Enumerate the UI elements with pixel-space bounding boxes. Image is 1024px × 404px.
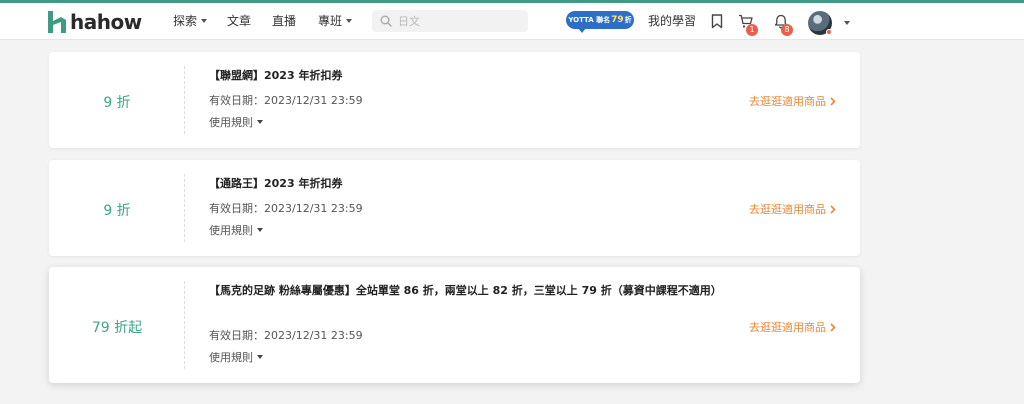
bookmark-button[interactable] bbox=[707, 11, 727, 31]
search-input[interactable] bbox=[398, 14, 518, 28]
shop-link-label: 去逛逛適用商品 bbox=[749, 203, 826, 216]
shop-link-label: 去逛逛適用商品 bbox=[749, 95, 826, 108]
coupon-rules-label: 使用規則 bbox=[209, 116, 253, 129]
nav-explore-label: 探索 bbox=[173, 14, 198, 28]
coupon-divider bbox=[184, 66, 185, 134]
coupon-divider bbox=[184, 281, 185, 369]
chevron-right-icon bbox=[830, 96, 836, 106]
coupon-expiry: 有效日期：2023/12/31 23:59 bbox=[209, 329, 363, 342]
coupon-rules-toggle[interactable]: 使用規則 bbox=[209, 114, 263, 130]
shop-link-label: 去逛逛適用商品 bbox=[749, 321, 826, 334]
chevron-down-icon bbox=[257, 120, 263, 124]
chevron-down-icon bbox=[201, 19, 208, 23]
hahow-logo[interactable]: hahow bbox=[48, 11, 142, 33]
chevron-down-icon bbox=[346, 19, 353, 23]
coupon-rules-toggle[interactable]: 使用規則 bbox=[209, 349, 263, 365]
nav-courses[interactable]: 專班 bbox=[318, 14, 353, 28]
status-dot bbox=[826, 29, 832, 35]
cart-count-badge: 1 bbox=[746, 24, 758, 36]
coupon-rules-label: 使用規則 bbox=[209, 224, 253, 237]
promo-prefix: YOTTA 聯名 bbox=[568, 16, 611, 24]
shop-applicable-products-link[interactable]: 去逛逛適用商品 bbox=[749, 319, 836, 335]
coupon-expiry: 有效日期：2023/12/31 23:59 bbox=[209, 94, 363, 107]
coupon-title: 【馬克的足跡 粉絲專屬優惠】全站單堂 86 折，兩堂以上 82 折，三堂以上 7… bbox=[209, 284, 722, 297]
coupon-discount: 9 折 bbox=[103, 95, 131, 111]
coupon-title: 【聯盟網】2023 年折扣券 bbox=[209, 69, 343, 82]
coupon-title: 【通路王】2023 年折扣券 bbox=[209, 177, 343, 190]
coupon-expiry: 有效日期：2023/12/31 23:59 bbox=[209, 202, 363, 215]
promo-badge[interactable]: YOTTA 聯名 79 折 bbox=[566, 11, 634, 29]
chevron-down-icon bbox=[257, 228, 263, 232]
shop-applicable-products-link[interactable]: 去逛逛適用商品 bbox=[749, 201, 836, 217]
search-box[interactable] bbox=[372, 10, 528, 32]
coupon-rules-toggle[interactable]: 使用規則 bbox=[209, 222, 263, 238]
search-icon bbox=[380, 15, 392, 27]
nav-live-label: 直播 bbox=[272, 14, 297, 28]
nav-articles-label: 文章 bbox=[227, 14, 252, 28]
shop-applicable-products-link[interactable]: 去逛逛適用商品 bbox=[749, 93, 836, 109]
promo-number: 79 bbox=[611, 15, 624, 25]
notification-count-badge: 8 bbox=[781, 24, 793, 36]
chevron-down-icon[interactable] bbox=[844, 21, 850, 25]
nav-live[interactable]: 直播 bbox=[272, 14, 296, 28]
chevron-right-icon bbox=[830, 322, 836, 332]
chevron-right-icon bbox=[830, 204, 836, 214]
coupon-divider bbox=[184, 174, 185, 242]
chevron-down-icon bbox=[257, 355, 263, 359]
bookmark-icon bbox=[711, 13, 723, 28]
coupon-rules-label: 使用規則 bbox=[209, 351, 253, 364]
nav-explore[interactable]: 探索 bbox=[173, 14, 208, 28]
coupon-card: 9 折 【通路王】2023 年折扣券 有效日期：2023/12/31 23:59… bbox=[49, 160, 860, 256]
site-header: hahow 探索 文章 直播 專班 YOTTA 聯名 79 折 我的學習 bbox=[0, 3, 1024, 40]
coupon-card: 9 折 【聯盟網】2023 年折扣券 有效日期：2023/12/31 23:59… bbox=[49, 52, 860, 148]
nav-articles[interactable]: 文章 bbox=[227, 14, 251, 28]
my-learning-link[interactable]: 我的學習 bbox=[648, 14, 696, 28]
logo-icon bbox=[48, 11, 66, 33]
coupon-discount: 79 折起 bbox=[91, 320, 143, 336]
promo-suffix: 折 bbox=[624, 16, 632, 24]
promo-tail bbox=[578, 28, 586, 33]
nav-courses-label: 專班 bbox=[318, 14, 343, 28]
logo-text: hahow bbox=[70, 10, 142, 34]
coupon-discount: 9 折 bbox=[103, 203, 131, 219]
coupon-card: 79 折起 【馬克的足跡 粉絲專屬優惠】全站單堂 86 折，兩堂以上 82 折，… bbox=[49, 267, 860, 383]
